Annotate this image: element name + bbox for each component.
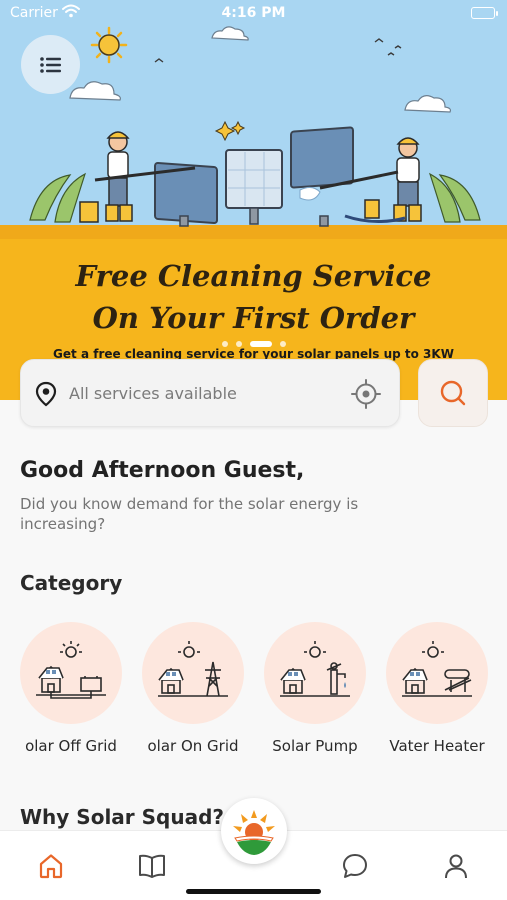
tab-chat[interactable] bbox=[338, 849, 372, 883]
carousel-dot[interactable] bbox=[279, 341, 286, 347]
solar-cleaning-illustration bbox=[29, 26, 481, 227]
off-grid-house-battery-icon bbox=[36, 641, 106, 699]
status-bar: Carrier 4:16 PM bbox=[0, 0, 507, 28]
solar-pump-icon bbox=[280, 641, 350, 697]
banner-title: Free Cleaning Service On Your First Orde… bbox=[0, 255, 507, 339]
on-grid-house-tower-icon bbox=[158, 641, 228, 697]
carousel-dot-active[interactable] bbox=[249, 341, 272, 347]
category-icon-circle bbox=[264, 622, 366, 724]
category-icon-circle bbox=[142, 622, 244, 724]
category-icon-circle bbox=[386, 622, 488, 724]
category-item-on-grid[interactable]: olar On Grid bbox=[132, 622, 254, 755]
battery-icon bbox=[471, 7, 498, 19]
category-label: Vater Heater bbox=[389, 737, 485, 755]
banner-title-line2: On Your First Order bbox=[92, 301, 415, 335]
carousel-dots[interactable] bbox=[0, 341, 507, 347]
banner-title-line1: Free Cleaning Service bbox=[75, 259, 432, 293]
current-location-icon[interactable] bbox=[351, 379, 381, 409]
category-list[interactable]: olar Off Grid olar On Grid Solar Pump Va… bbox=[0, 622, 507, 762]
list-menu-icon bbox=[39, 56, 61, 73]
category-label: Solar Pump bbox=[272, 737, 358, 755]
carousel-dot[interactable] bbox=[235, 341, 242, 347]
tab-profile[interactable] bbox=[439, 849, 473, 883]
why-section-heading: Why Solar Squad? bbox=[20, 805, 224, 829]
category-item-solar-pump[interactable]: Solar Pump bbox=[254, 622, 376, 755]
chat-icon bbox=[343, 854, 367, 878]
water-heater-icon bbox=[402, 641, 472, 697]
category-heading: Category bbox=[20, 571, 123, 595]
category-icon-circle bbox=[20, 622, 122, 724]
greeting-title: Good Afternoon Guest, bbox=[20, 458, 305, 483]
category-item-off-grid[interactable]: olar Off Grid bbox=[10, 622, 132, 755]
home-icon bbox=[39, 854, 63, 879]
menu-button[interactable] bbox=[21, 35, 80, 94]
home-indicator bbox=[186, 889, 321, 894]
tab-home[interactable] bbox=[34, 849, 68, 883]
search-placeholder: All services available bbox=[69, 384, 237, 403]
search-icon bbox=[440, 380, 466, 406]
book-icon bbox=[139, 854, 165, 878]
category-label: olar Off Grid bbox=[25, 737, 117, 755]
location-pin-icon bbox=[35, 381, 57, 407]
location-search-field[interactable]: All services available bbox=[20, 359, 400, 427]
status-time: 4:16 PM bbox=[221, 5, 286, 21]
solar-squad-logo bbox=[233, 810, 275, 855]
greeting-subtitle: Did you know demand for the solar energy… bbox=[20, 495, 359, 533]
brand-logo-button[interactable] bbox=[221, 798, 287, 864]
category-label: olar On Grid bbox=[147, 737, 239, 755]
user-icon bbox=[445, 854, 467, 879]
search-button[interactable] bbox=[418, 359, 488, 427]
category-item-water-heater[interactable]: Vater Heater bbox=[376, 622, 498, 755]
tab-catalog[interactable] bbox=[135, 849, 169, 883]
carousel-dot[interactable] bbox=[221, 341, 228, 347]
